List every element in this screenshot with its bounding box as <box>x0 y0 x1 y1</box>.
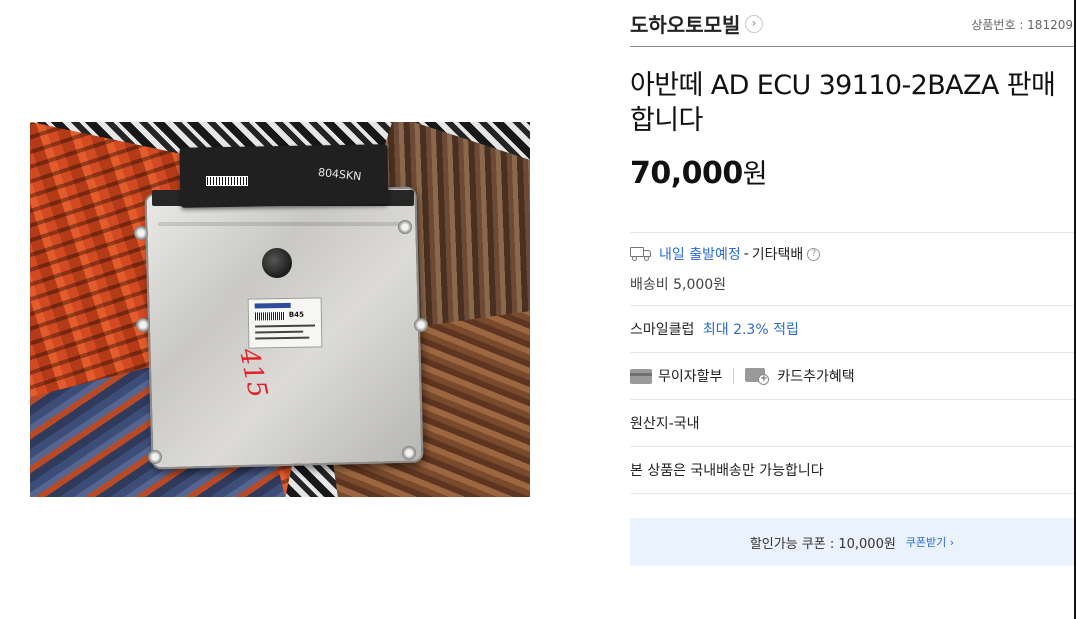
coupon-text: 할인가능 쿠폰 : 10,000원 <box>749 536 896 552</box>
ecu-bolt <box>148 450 162 464</box>
ecu-barcode <box>206 176 248 186</box>
chevron-right-icon[interactable]: › <box>745 15 763 33</box>
ecu-bolt <box>402 446 416 460</box>
seller-row: 도하오토모빌 › 상품번호 : 181209 <box>630 0 1074 47</box>
ecu-bolt <box>398 220 412 234</box>
divider <box>630 399 1074 400</box>
ecu-label-line <box>255 324 316 328</box>
shipping-date: 내일 출발예정 <box>659 247 741 263</box>
ecu-knob <box>262 248 292 278</box>
divider <box>630 352 1074 353</box>
price: 70,000원 <box>630 152 768 191</box>
ecu-label: B45 <box>247 297 323 349</box>
smileclub-reward: 최대 2.3% 적립 <box>702 322 799 338</box>
divider <box>630 493 1074 494</box>
smileclub-label: 스마일클럽 <box>630 322 695 338</box>
ecu-label-code: B45 <box>288 310 305 319</box>
card-plus-icon: + <box>745 368 770 385</box>
origin-info: 원산지-국내 <box>630 416 700 432</box>
product-image[interactable]: 804SKN B45 415 <box>30 122 530 497</box>
ecu-bolt <box>414 318 428 332</box>
truck-icon <box>630 245 654 263</box>
coupon-banner: 할인가능 쿠폰 : 10,000원 쿠폰받기 › <box>630 518 1074 566</box>
seller-name-link[interactable]: 도하오토모빌 <box>630 9 740 38</box>
product-title: 아반떼 AD ECU 39110-2BAZA 판매합니다 <box>630 70 1056 136</box>
domestic-shipping-notice: 본 상품은 국내배송만 가능합니다 <box>630 463 824 479</box>
shipping-method: 기타택배 <box>751 247 804 263</box>
price-value: 70,000 <box>630 156 743 191</box>
price-unit: 원 <box>742 159 768 190</box>
help-icon[interactable]: ? <box>807 247 821 261</box>
shipping-separator: - <box>743 246 749 262</box>
ecu-label-line <box>255 336 310 340</box>
ecu-label-logo <box>254 302 291 309</box>
shipping-info: 내일 출발예정 - 기타택배 ? <box>630 244 821 264</box>
ecu-label-barcode <box>254 312 285 321</box>
card-benefit-button[interactable]: 카드추가혜택 <box>777 366 854 386</box>
shipping-fee: 배송비 5,000원 <box>630 277 727 293</box>
installment-button[interactable]: 무이자할부 <box>658 366 722 386</box>
separator <box>733 368 735 384</box>
ecu-label-line <box>255 330 304 334</box>
product-number: 상품번호 : 181209 <box>971 18 1073 32</box>
ecu-bolt <box>136 318 150 332</box>
divider <box>630 232 1074 233</box>
payment-benefits: 무이자할부 + 카드추가혜택 <box>630 366 855 386</box>
ecu-ridge <box>158 222 408 226</box>
get-coupon-link[interactable]: 쿠폰받기 › <box>906 534 954 550</box>
divider <box>630 446 1074 447</box>
product-info-panel: 도하오토모빌 › 상품번호 : 181209 아반떼 AD ECU 39110-… <box>630 0 1076 619</box>
ecu-bolt <box>134 226 148 240</box>
divider <box>630 305 1074 306</box>
smileclub-benefit[interactable]: 스마일클럽 최대 2.3% 적립 <box>630 319 799 339</box>
credit-card-icon <box>630 368 652 384</box>
